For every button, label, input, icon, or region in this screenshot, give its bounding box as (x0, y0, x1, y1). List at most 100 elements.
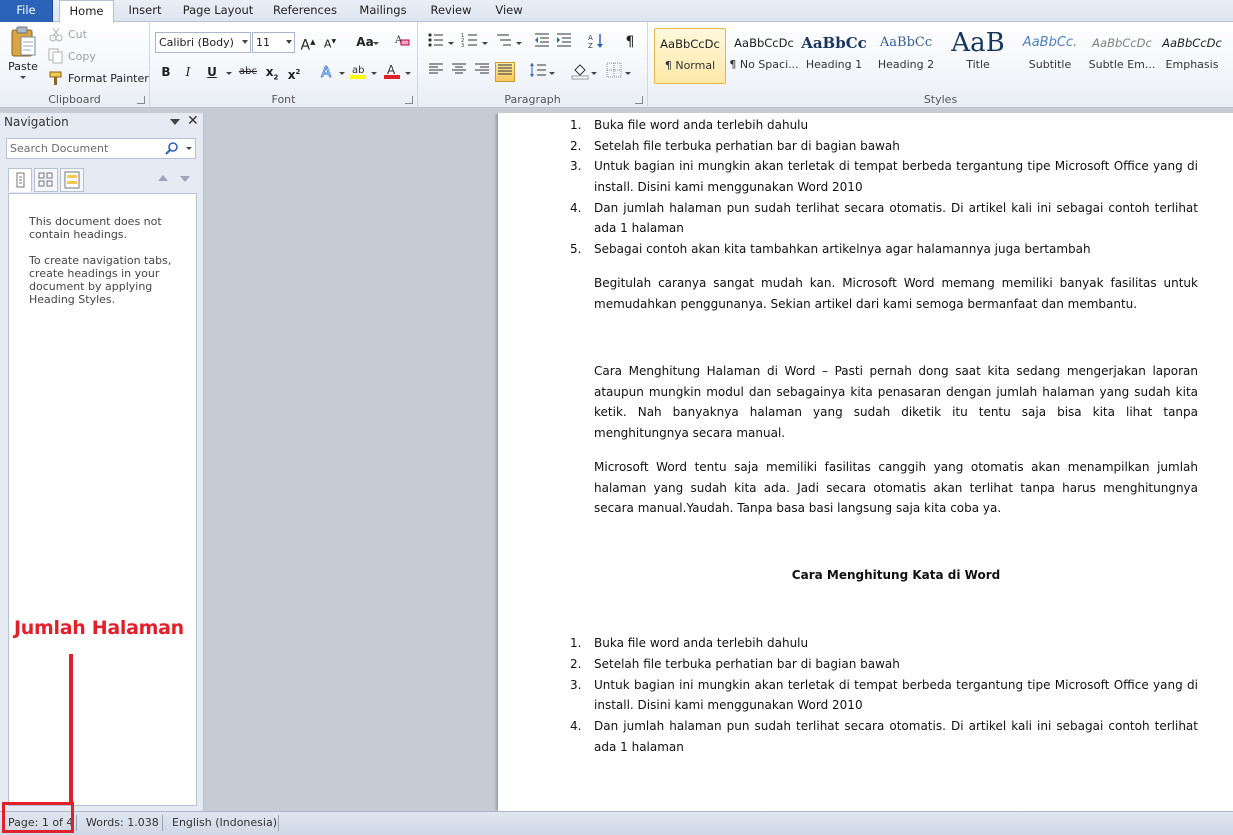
list-item: 2. Setelah file terbuka perhatian bar di … (570, 654, 1198, 675)
document-page[interactable]: 1. Buka file word anda terlebih dahulu 2.… (498, 113, 1233, 811)
clipboard-dialog-launcher[interactable] (137, 96, 145, 104)
italic-button[interactable]: I (178, 62, 198, 82)
bullets-icon (428, 33, 443, 47)
list-number: 2. (570, 656, 582, 671)
clear-formatting-icon: A (394, 35, 410, 46)
underline-button[interactable]: U (202, 62, 222, 82)
tab-browse-pages[interactable] (34, 168, 58, 192)
format-painter-button[interactable]: Format Painter (48, 68, 149, 88)
pilcrow-icon: ¶ (625, 34, 635, 50)
tab-home[interactable]: Home (59, 0, 114, 23)
ribbon: Paste Cut Copy Format Painter Clipboard … (0, 22, 1233, 108)
grow-font-button[interactable]: A▲ (298, 32, 318, 54)
decrease-indent-button[interactable] (532, 32, 552, 52)
list-item: 5. Sebagai contoh akan kita tambahkan art… (570, 239, 1198, 260)
font-family-select[interactable]: Calibri (Body) (155, 32, 251, 53)
text-effects-button[interactable]: A (318, 62, 338, 82)
sort-button[interactable]: AZ (586, 32, 606, 52)
superscript-button[interactable]: x2 (284, 62, 304, 82)
tab-page-layout[interactable]: Page Layout (178, 0, 258, 22)
increase-indent-button[interactable] (554, 32, 574, 52)
decrease-indent-icon (535, 33, 549, 47)
align-center-button[interactable] (449, 62, 469, 82)
align-left-button[interactable] (426, 62, 446, 82)
style-heading-1[interactable]: AaBbCc Heading 1 (798, 28, 870, 84)
justify-button[interactable] (495, 62, 515, 82)
search-results-icon (64, 171, 80, 189)
tab-mailings[interactable]: Mailings (350, 0, 416, 22)
bullets-button[interactable] (426, 32, 446, 52)
search-dropdown-icon[interactable] (186, 147, 192, 150)
style-heading-1-label: Heading 1 (805, 58, 863, 71)
language-status[interactable]: English (Indonesia) (172, 816, 277, 829)
shading-dropdown-icon (591, 72, 597, 75)
line-spacing-button[interactable] (528, 62, 548, 82)
list-text: Untuk bagian ini mungkin akan terletak d… (594, 159, 1198, 194)
tab-view[interactable]: View (486, 0, 532, 22)
shading-button[interactable] (570, 62, 590, 82)
clear-formatting-button[interactable]: A (392, 32, 412, 52)
shrink-font-button[interactable]: A▼ (320, 32, 340, 52)
clipboard-group-label: Clipboard (48, 93, 101, 106)
paste-button[interactable]: Paste (4, 26, 42, 80)
copy-button[interactable]: Copy (48, 46, 96, 66)
list-number: 2. (570, 138, 582, 153)
tab-insert[interactable]: Insert (120, 0, 170, 22)
list-number: 3. (570, 677, 582, 692)
borders-icon (606, 62, 622, 78)
paragraph-group-label: Paragraph (504, 93, 561, 106)
align-center-icon (452, 63, 466, 74)
style-no-spacing[interactable]: AaBbCcDc ¶ No Spaci... (728, 28, 800, 84)
show-formatting-button[interactable]: ¶ (620, 32, 640, 52)
previous-heading-icon[interactable] (158, 175, 168, 181)
style-emphasis-label: Emphasis (1165, 58, 1219, 71)
navigation-search-input[interactable]: Search Document (6, 138, 196, 159)
paragraph-dialog-launcher[interactable] (635, 96, 643, 104)
style-normal[interactable]: AaBbCcDc ¶ Normal (654, 28, 726, 84)
font-dialog-launcher[interactable] (405, 96, 413, 104)
change-case-icon: Aa (356, 35, 374, 49)
tab-browse-headings[interactable] (8, 168, 32, 192)
word-count-status[interactable]: Words: 1.038 (86, 816, 159, 829)
numbering-dropdown-icon (482, 42, 488, 45)
tab-review[interactable]: Review (424, 0, 478, 22)
navigation-close-icon[interactable]: ✕ (187, 113, 199, 129)
cut-button[interactable]: Cut (48, 24, 87, 44)
multilevel-list-button[interactable] (494, 32, 514, 52)
highlight-dropdown-icon (371, 72, 377, 75)
style-heading-2[interactable]: AaBbCc Heading 2 (870, 28, 942, 84)
style-subtle-emphasis[interactable]: AaBbCcDc Subtle Em... (1086, 28, 1158, 84)
list-number: 4. (570, 719, 582, 733)
style-subtle-emphasis-label: Subtle Em... (1088, 58, 1156, 71)
navigation-message-hint: To create navigation tabs, create headin… (29, 254, 172, 306)
subscript-button[interactable]: x2 (262, 62, 282, 82)
font-size-select[interactable]: 11 (252, 32, 295, 53)
styles-group-label: Styles (923, 93, 958, 106)
style-subtitle[interactable]: AaBbCc. Subtitle (1014, 28, 1086, 84)
style-subtitle-sample: AaBbCc. (1022, 35, 1078, 50)
svg-text:A: A (387, 63, 396, 77)
align-right-button[interactable] (472, 62, 492, 82)
tab-browse-results[interactable] (60, 168, 84, 192)
strikethrough-button[interactable]: abc (236, 62, 260, 82)
bold-button[interactable]: B (156, 62, 176, 82)
increase-indent-icon (557, 33, 571, 47)
text-effects-icon: A (321, 63, 333, 82)
borders-button[interactable] (604, 62, 624, 82)
tab-file[interactable]: File (0, 0, 53, 22)
tab-references[interactable]: References (267, 0, 343, 22)
font-group-label: Font (271, 93, 296, 106)
line-spacing-icon (530, 63, 546, 77)
highlight-button[interactable]: ab (348, 62, 368, 82)
navigation-menu-chevron-down-icon[interactable] (170, 119, 180, 125)
section-heading: Cara Menghitung Kata di Word (791, 568, 1001, 582)
style-emphasis[interactable]: AaBbCcDc Emphasis (1156, 28, 1228, 84)
style-title[interactable]: AaB Title (942, 28, 1014, 84)
pages-grid-icon (38, 172, 53, 187)
search-icon[interactable] (165, 142, 179, 156)
copy-label: Copy (68, 49, 96, 63)
numbering-button[interactable]: 123 (460, 32, 480, 52)
next-heading-icon[interactable] (180, 176, 190, 182)
font-color-button[interactable]: A (382, 62, 402, 82)
format-painter-icon (49, 71, 62, 85)
